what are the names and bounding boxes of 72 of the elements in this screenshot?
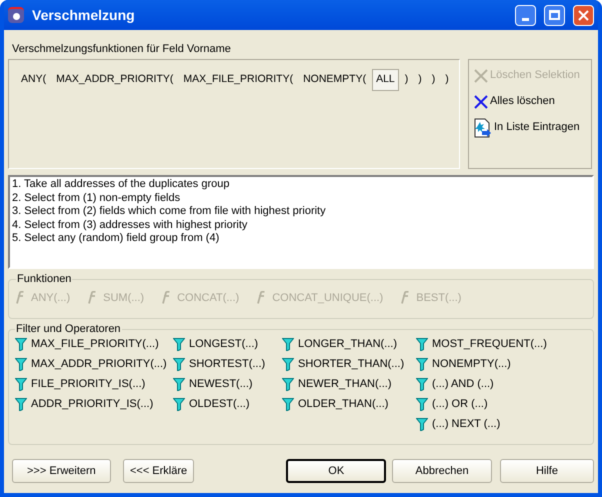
filter-icon — [173, 338, 185, 351]
filter-icon — [282, 338, 294, 351]
filter-icon — [15, 358, 27, 371]
filter-icon — [416, 418, 428, 431]
filter-button[interactable]: OLDEST(...) — [173, 398, 282, 412]
filter-button[interactable]: MAX_FILE_PRIORITY(...) — [15, 338, 173, 352]
filter-icon — [416, 358, 428, 371]
filter-button[interactable]: NONEMPTY(...) — [416, 358, 566, 372]
filter-icon — [173, 358, 185, 371]
filter-button[interactable]: SHORTEST(...) — [173, 358, 282, 372]
dialog-button[interactable]: >>> Erweitern — [12, 459, 111, 483]
expression-token[interactable]: MAX_FILE_PRIORITY( — [179, 69, 298, 91]
filter-button[interactable]: ADDR_PRIORITY_IS(...) — [15, 398, 173, 412]
expression-token[interactable]: MAX_ADDR_PRIORITY( — [52, 69, 178, 91]
filter-button[interactable]: LONGEST(...) — [173, 338, 282, 352]
filter-button[interactable]: (...) AND (...) — [416, 378, 566, 392]
filter-icon — [173, 398, 185, 411]
filter-button[interactable]: MAX_ADDR_PRIORITY(...) — [15, 358, 173, 372]
group-title: Funktionen — [16, 272, 72, 287]
expression-token[interactable]: NONEMPTY( — [299, 69, 370, 91]
expression-token[interactable]: ) — [400, 69, 412, 91]
dialog-button[interactable]: OK — [286, 459, 386, 483]
window-title: Verschmelzung — [32, 6, 136, 25]
filter-icon — [15, 338, 27, 351]
filter-button[interactable]: FILE_PRIORITY_IS(...) — [15, 378, 173, 392]
explanation-line: 4. Select from (3) addresses with highest priority — [12, 218, 248, 232]
function-icon — [16, 291, 25, 304]
filter-button[interactable]: MOST_FREQUENT(...) — [416, 338, 566, 352]
action-button[interactable]: Alles löschen — [474, 92, 586, 111]
filter-icon — [15, 378, 27, 391]
field-label: Verschmelzungsfunktionen für Feld Vorname — [12, 42, 232, 55]
close-button[interactable] — [573, 4, 594, 26]
expression-token[interactable]: ) — [428, 69, 440, 91]
explanation-line: 1. Take all addresses of the duplicates group — [12, 178, 230, 192]
function-icon — [257, 291, 266, 304]
action-button[interactable]: In Liste Eintragen — [474, 118, 586, 137]
filter-button[interactable]: LONGER_THAN(...) — [282, 338, 416, 352]
expression-token[interactable]: ALL — [372, 69, 399, 91]
maximize-button[interactable] — [544, 4, 565, 26]
dialog-button[interactable]: Hilfe — [500, 459, 594, 483]
filter-button[interactable]: NEWER_THAN(...) — [282, 378, 416, 392]
function-icon — [162, 291, 172, 304]
filter-button[interactable]: NEWEST(...) — [173, 378, 282, 392]
close-icon — [474, 68, 488, 82]
filter-icon — [15, 398, 27, 411]
filter-icon — [173, 378, 185, 391]
expression-token[interactable]: ) — [441, 69, 453, 91]
explanation-line: 3. Select from (2) fields which come from file with highest priority — [12, 205, 327, 218]
close-icon — [474, 94, 488, 108]
filter-icon — [282, 398, 294, 411]
expression-token[interactable]: ) — [414, 69, 426, 91]
dialog-button[interactable]: <<< Erkläre — [122, 459, 194, 483]
filter-button[interactable]: (...) OR (...) — [416, 398, 566, 412]
group-title: Filter und Operatoren — [15, 322, 122, 337]
function-icon — [401, 291, 410, 304]
close-icon — [578, 10, 589, 20]
expression-token[interactable]: ANY( — [17, 69, 50, 91]
dialog-button[interactable]: Abbrechen — [392, 459, 492, 483]
filter-icon — [282, 358, 294, 371]
filter-button[interactable]: SHORTER_THAN(...) — [282, 358, 416, 372]
filter-icon — [416, 378, 428, 391]
function-icon — [88, 291, 98, 304]
filter-icon — [416, 398, 428, 411]
document-arrow-icon — [474, 118, 492, 138]
explanation-line: 2. Select from (1) non-empty fields — [12, 192, 182, 205]
explanation-line: 5. Select any (random) field group from (4) — [12, 232, 220, 246]
filter-button[interactable]: (...) NEXT (...) — [416, 418, 566, 432]
app-icon — [8, 7, 24, 23]
filter-icon — [416, 338, 428, 351]
minimize-button[interactable] — [515, 4, 536, 26]
filter-button[interactable]: OLDER_THAN(...) — [282, 398, 416, 412]
filter-icon — [282, 378, 294, 391]
